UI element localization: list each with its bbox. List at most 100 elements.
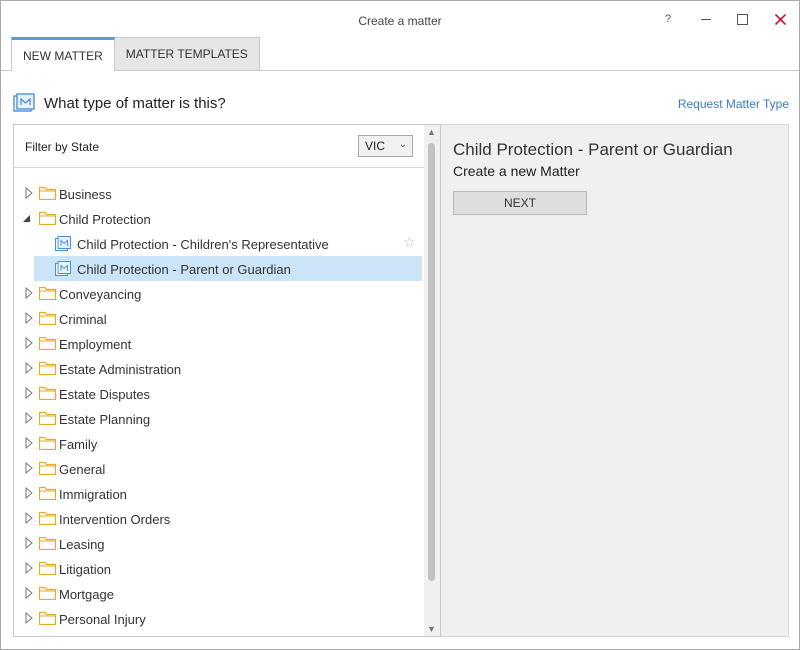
- tree-folder-estate-disputes[interactable]: Estate Disputes: [14, 381, 422, 406]
- favorite-star-icon[interactable]: ☆: [403, 234, 416, 251]
- matter-type-question: What type of matter is this?: [44, 95, 226, 112]
- maximize-button[interactable]: [727, 7, 757, 31]
- tree-matter-parent-or-guardian[interactable]: Child Protection - Parent or Guardian: [34, 256, 422, 281]
- request-matter-type-link[interactable]: Request Matter Type: [678, 97, 789, 111]
- folder-icon: [39, 511, 56, 525]
- state-select[interactable]: VIC ⌄: [358, 135, 413, 157]
- folder-icon: [39, 611, 56, 625]
- expand-arrow-icon[interactable]: [24, 437, 34, 449]
- tree-scrollbar[interactable]: ▲ ▼: [424, 125, 440, 636]
- folder-icon: [39, 586, 56, 600]
- tree-item-label: Business: [59, 187, 112, 202]
- tree-item-label: Litigation: [59, 562, 112, 577]
- folder-icon: [39, 211, 56, 225]
- state-select-value: VIC: [365, 139, 386, 153]
- tree-folder-mortgage[interactable]: Mortgage: [14, 581, 422, 606]
- matter-type-tree-panel: Filter by State VIC ⌄ Business Child Pro…: [13, 124, 441, 637]
- matter-type-tree: Business Child Protection Child Protecti…: [14, 181, 424, 631]
- tree-folder-conveyancing[interactable]: Conveyancing: [14, 281, 422, 306]
- expand-arrow-icon[interactable]: [24, 462, 34, 474]
- tree-item-label: Employment: [59, 337, 132, 352]
- tree-item-label: Leasing: [59, 537, 105, 552]
- tab-matter-templates[interactable]: MATTER TEMPLATES: [113, 37, 260, 70]
- tree-item-label: Immigration: [59, 487, 127, 502]
- tree-folder-employment[interactable]: Employment: [14, 331, 422, 356]
- filter-row: Filter by State VIC ⌄: [14, 125, 424, 168]
- tab-new-matter[interactable]: NEW MATTER: [11, 37, 115, 71]
- scroll-thumb[interactable]: [428, 143, 435, 581]
- minimize-button[interactable]: [691, 7, 721, 31]
- help-button[interactable]: ?: [653, 7, 683, 31]
- folder-icon: [39, 561, 56, 575]
- folder-icon: [39, 436, 56, 450]
- tab-divider: [1, 70, 799, 71]
- minimize-icon: [701, 19, 711, 20]
- tree-folder-estate-administration[interactable]: Estate Administration: [14, 356, 422, 381]
- tree-folder-intervention-orders[interactable]: Intervention Orders: [14, 506, 422, 531]
- matter-icon: [55, 236, 71, 251]
- folder-icon: [39, 286, 56, 300]
- tree-folder-estate-planning[interactable]: Estate Planning: [14, 406, 422, 431]
- expand-arrow-icon[interactable]: [24, 537, 34, 549]
- collapse-arrow-icon[interactable]: [22, 212, 32, 224]
- tree-item-label: Criminal: [59, 312, 107, 327]
- tree-folder-leasing[interactable]: Leasing: [14, 531, 422, 556]
- selected-matter-title: Child Protection - Parent or Guardian: [453, 140, 733, 159]
- tree-item-label: Mortgage: [59, 587, 114, 602]
- tree-item-label: Child Protection - Children's Representa…: [77, 237, 329, 252]
- tree-item-label: Estate Administration: [59, 362, 182, 377]
- matter-icon: [55, 261, 71, 276]
- tree-folder-family[interactable]: Family: [14, 431, 422, 456]
- maximize-icon: [736, 13, 748, 25]
- expand-arrow-icon[interactable]: [24, 612, 34, 624]
- close-button[interactable]: [765, 7, 795, 31]
- tree-folder-litigation[interactable]: Litigation: [14, 556, 422, 581]
- expand-arrow-icon[interactable]: [24, 187, 34, 199]
- expand-arrow-icon[interactable]: [24, 337, 34, 349]
- tree-folder-criminal[interactable]: Criminal: [14, 306, 422, 331]
- folder-icon: [39, 336, 56, 350]
- selected-matter-subtitle: Create a new Matter: [453, 163, 580, 179]
- scroll-down-icon[interactable]: ▼: [427, 624, 436, 634]
- matter-detail-panel: Child Protection - Parent or Guardian Cr…: [441, 124, 789, 637]
- expand-arrow-icon[interactable]: [24, 487, 34, 499]
- expand-arrow-icon[interactable]: [24, 287, 34, 299]
- tree-item-label: Estate Disputes: [59, 387, 151, 402]
- tree-folder-immigration[interactable]: Immigration: [14, 481, 422, 506]
- folder-icon: [39, 311, 56, 325]
- folder-icon: [39, 186, 56, 200]
- title-bar: Create a matter ?: [1, 1, 799, 37]
- create-matter-window: Create a matter ? NEW MATTER MATTER TEMP…: [0, 0, 800, 650]
- close-icon: [774, 13, 786, 25]
- matter-type-icon: [13, 93, 35, 112]
- expand-arrow-icon[interactable]: [24, 512, 34, 524]
- tree-folder-child-protection[interactable]: Child Protection: [14, 206, 422, 231]
- tree-item-label: Intervention Orders: [59, 512, 171, 527]
- tree-matter-childrens-representative[interactable]: Child Protection - Children's Representa…: [14, 231, 422, 256]
- scroll-up-icon[interactable]: ▲: [427, 127, 436, 137]
- tree-item-label: Child Protection - Parent or Guardian: [77, 262, 291, 277]
- folder-icon: [39, 386, 56, 400]
- expand-arrow-icon[interactable]: [24, 362, 34, 374]
- folder-icon: [39, 486, 56, 500]
- expand-arrow-icon[interactable]: [24, 587, 34, 599]
- heading-row: What type of matter is this? Request Mat…: [13, 91, 789, 115]
- filter-by-state-label: Filter by State: [25, 140, 100, 154]
- tree-item-label: Family: [59, 437, 98, 452]
- tree-folder-business[interactable]: Business: [14, 181, 422, 206]
- expand-arrow-icon[interactable]: [24, 312, 34, 324]
- folder-icon: [39, 461, 56, 475]
- tree-item-label: General: [59, 462, 106, 477]
- tab-strip: NEW MATTER MATTER TEMPLATES: [11, 37, 260, 71]
- expand-arrow-icon[interactable]: [24, 562, 34, 574]
- tree-item-label: Conveyancing: [59, 287, 142, 302]
- expand-arrow-icon[interactable]: [24, 412, 34, 424]
- folder-icon: [39, 361, 56, 375]
- tree-folder-general[interactable]: General: [14, 456, 422, 481]
- tree-folder-personal-injury[interactable]: Personal Injury: [14, 606, 422, 631]
- expand-arrow-icon[interactable]: [24, 387, 34, 399]
- tree-item-label: Child Protection: [59, 212, 151, 227]
- next-button[interactable]: NEXT: [453, 191, 587, 215]
- chevron-down-icon: ⌄: [398, 139, 407, 150]
- folder-icon: [39, 411, 56, 425]
